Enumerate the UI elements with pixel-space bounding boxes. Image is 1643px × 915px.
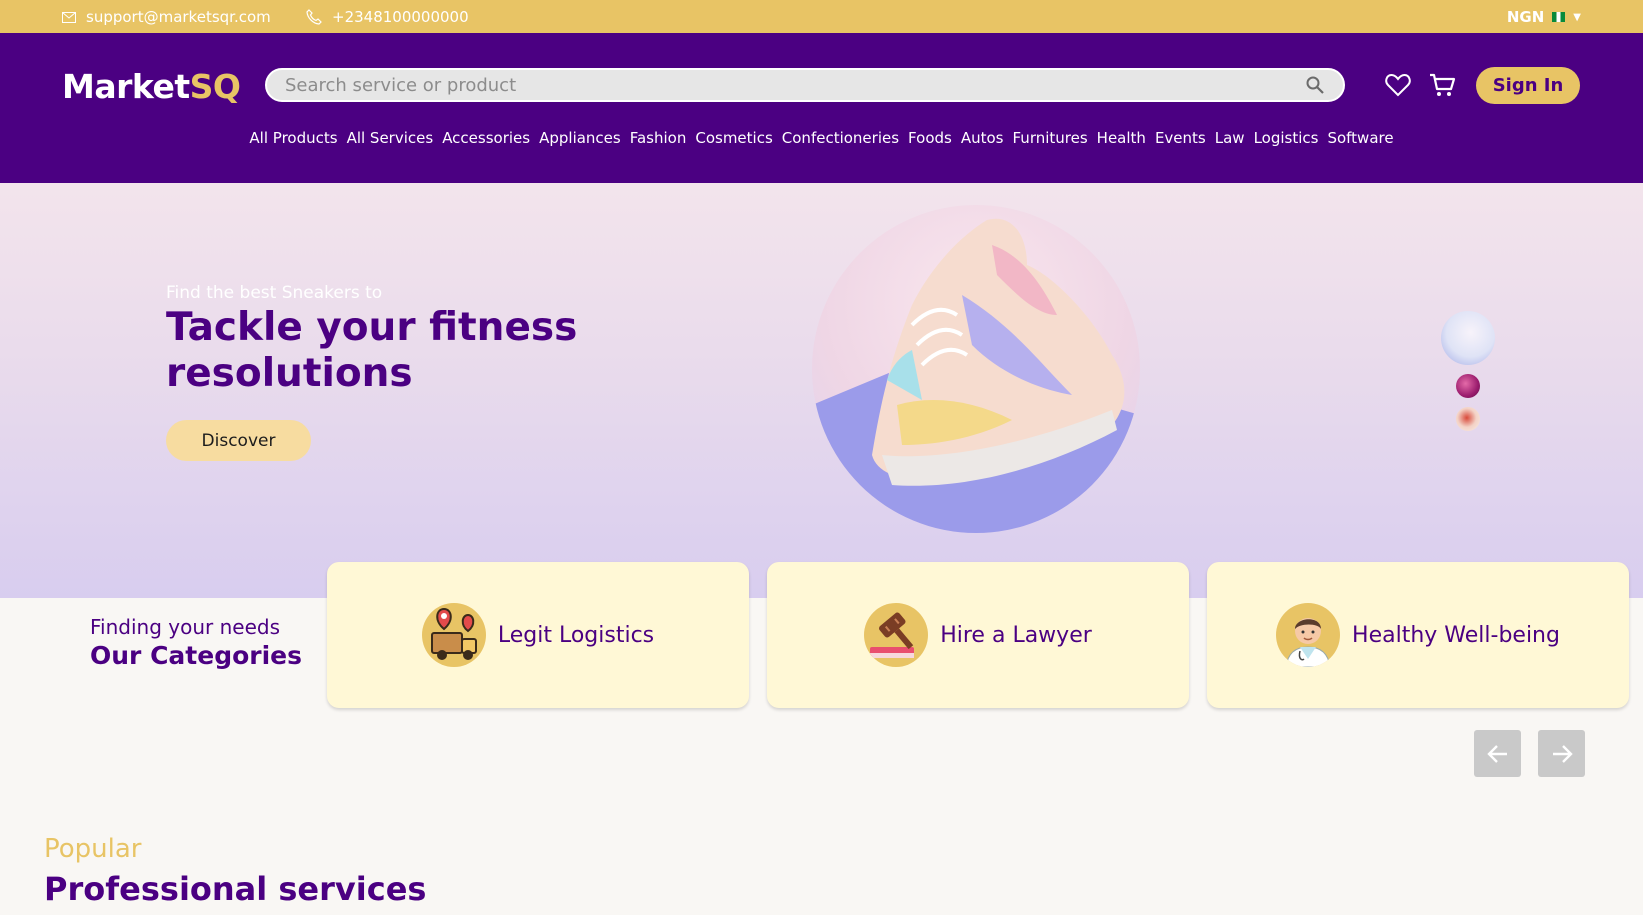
hero-banner: Find the best Sneakers to Tackle your fi…: [0, 183, 1643, 598]
nav-item[interactable]: All Services: [342, 129, 438, 147]
phone-icon: [306, 9, 322, 25]
nav-item[interactable]: Health: [1092, 129, 1150, 147]
nav-item[interactable]: Law: [1210, 129, 1249, 147]
thumbnail-food[interactable]: [1456, 407, 1480, 431]
top-contact-bar: support@marketsqr.com +2348100000000 NGN…: [0, 0, 1643, 33]
logo[interactable]: MarketSQ: [62, 67, 241, 106]
doctor-icon: [1276, 603, 1341, 667]
wishlist-heart-icon[interactable]: [1384, 71, 1412, 99]
category-card-health[interactable]: Healthy Well-being: [1207, 562, 1629, 708]
nav-item[interactable]: All Products: [245, 129, 342, 147]
carousel-prev-button[interactable]: [1474, 730, 1521, 777]
hero-product-image: [812, 205, 1140, 533]
carousel-next-button[interactable]: [1538, 730, 1585, 777]
categories-title: Our Categories: [90, 641, 303, 670]
search-icon[interactable]: [1305, 75, 1325, 95]
category-nav: All Products All Services Accessories Ap…: [0, 129, 1643, 147]
popular-title: Professional services: [44, 870, 427, 908]
category-card-logistics[interactable]: Legit Logistics: [327, 562, 749, 708]
nav-item[interactable]: Fashion: [625, 129, 691, 147]
thumbnail-sneaker[interactable]: [1441, 311, 1495, 365]
main-header: MarketSQ Sign In All Products All Servic…: [0, 33, 1643, 183]
hero-headline: Tackle your fitness resolutions: [166, 305, 578, 396]
nav-item[interactable]: Appliances: [535, 129, 626, 147]
cart-icon[interactable]: [1428, 71, 1456, 99]
thumbnail-cosmetics[interactable]: [1456, 374, 1480, 398]
category-card-label: Hire a Lawyer: [940, 622, 1092, 648]
nav-item[interactable]: Logistics: [1249, 129, 1323, 147]
categories-heading: Finding your needs Our Categories: [90, 615, 302, 670]
nav-item[interactable]: Accessories: [438, 129, 535, 147]
arrow-right-icon: [1552, 744, 1573, 763]
discover-button[interactable]: Discover: [166, 420, 311, 461]
arrow-left-icon: [1486, 744, 1507, 763]
support-phone-text: +2348100000000: [332, 8, 469, 26]
hero-tagline: Find the best Sneakers to: [166, 283, 383, 303]
popular-subtitle: Popular: [44, 834, 142, 864]
logo-main: Market: [62, 67, 190, 106]
mail-icon: [62, 11, 76, 23]
categories-subtitle: Finding your needs: [90, 615, 280, 639]
nav-item[interactable]: Cosmetics: [691, 129, 777, 147]
caret-down-icon: ▼: [1573, 11, 1581, 23]
support-email-text: support@marketsqr.com: [86, 8, 271, 26]
sign-in-button[interactable]: Sign In: [1476, 67, 1580, 104]
nav-item[interactable]: Foods: [904, 129, 957, 147]
nav-item[interactable]: Confectioneries: [777, 129, 903, 147]
support-phone[interactable]: +2348100000000: [306, 8, 469, 26]
search-input[interactable]: [285, 74, 1305, 96]
nigeria-flag-icon: [1552, 12, 1566, 22]
search-bar: [265, 68, 1345, 102]
support-email[interactable]: support@marketsqr.com: [62, 8, 271, 26]
category-card-label: Legit Logistics: [497, 622, 655, 648]
category-card-label: Healthy Well-being: [1352, 622, 1560, 648]
logo-accent: SQ: [189, 67, 241, 106]
sneaker-image: [812, 218, 1140, 533]
currency-code: NGN: [1506, 8, 1545, 26]
nav-item[interactable]: Events: [1150, 129, 1210, 147]
logistics-icon: [421, 603, 486, 667]
nav-item[interactable]: Autos: [956, 129, 1008, 147]
currency-selector[interactable]: NGN ▼: [1507, 8, 1581, 26]
category-card-lawyer[interactable]: Hire a Lawyer: [767, 562, 1189, 708]
nav-item[interactable]: Furnitures: [1008, 129, 1092, 147]
nav-item[interactable]: Software: [1323, 129, 1398, 147]
gavel-icon: [864, 603, 929, 667]
